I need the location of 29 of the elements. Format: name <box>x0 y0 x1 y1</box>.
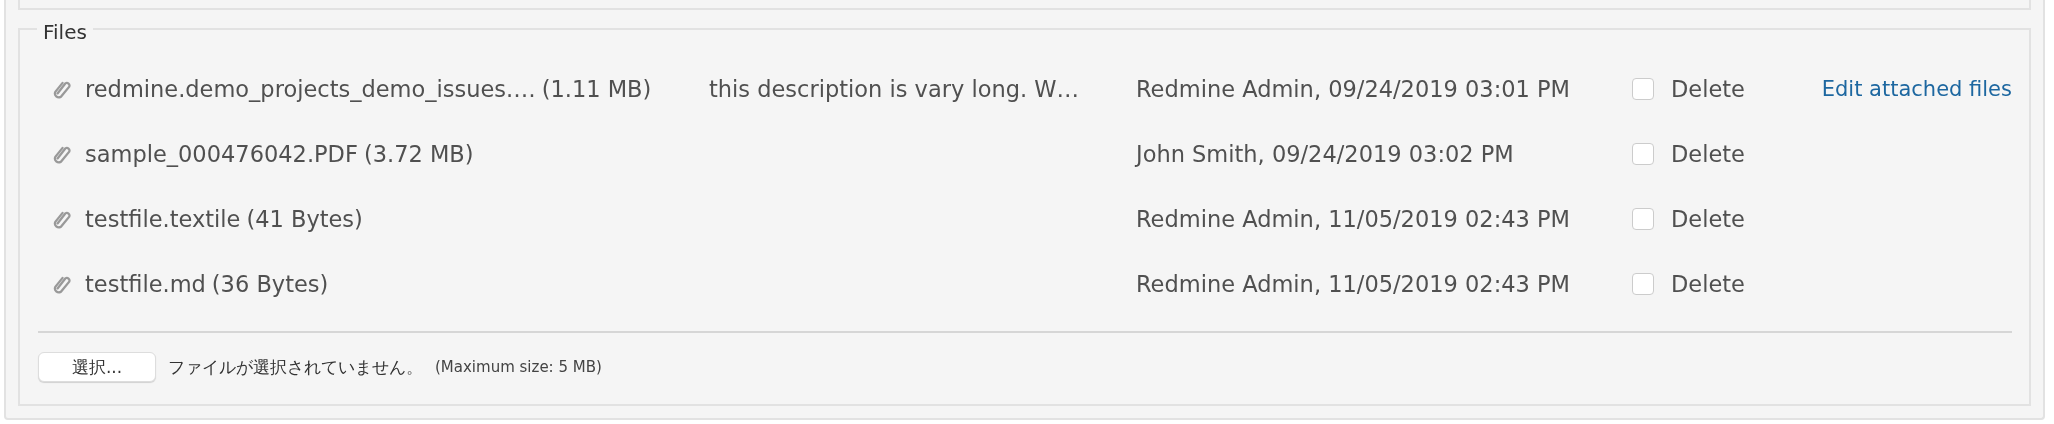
delete-checkbox[interactable] <box>1632 143 1654 165</box>
max-size-text: (Maximum size: 5 MB) <box>435 358 602 376</box>
author-date: John Smith, 09/24/2019 03:02 PM <box>1136 141 1515 167</box>
delete-checkbox[interactable] <box>1632 78 1654 100</box>
paperclip-icon <box>53 144 71 164</box>
delete-checkbox[interactable] <box>1632 208 1654 230</box>
file-link[interactable]: redmine.demo_projects_demo_issues.… <box>85 76 536 102</box>
delete-checkbox[interactable] <box>1632 273 1654 295</box>
file-size: (1.11 MB) <box>541 76 652 102</box>
edit-attached-files-link[interactable]: Edit attached files <box>1821 77 2012 101</box>
author-date: Redmine Admin, 11/05/2019 02:43 PM <box>1136 206 1571 232</box>
delete-label[interactable]: Delete <box>1671 76 1745 102</box>
choose-file-button[interactable]: 選択... <box>38 352 156 382</box>
file-size: (3.72 MB) <box>363 141 474 167</box>
no-file-text: ファイルが選択されていません。 <box>168 355 423 379</box>
author-date: Redmine Admin, 11/05/2019 02:43 PM <box>1136 271 1571 297</box>
file-size: (36 Bytes) <box>211 271 329 297</box>
paperclip-icon <box>53 274 71 294</box>
paperclip-icon <box>53 79 71 99</box>
file-size: (41 Bytes) <box>246 206 363 232</box>
delete-label[interactable]: Delete <box>1671 271 1745 297</box>
delete-label[interactable]: Delete <box>1671 206 1745 232</box>
paperclip-icon <box>53 209 71 229</box>
delete-label[interactable]: Delete <box>1671 141 1745 167</box>
file-link[interactable]: testfile.md <box>85 271 206 297</box>
file-link[interactable]: sample_000476042.PDF <box>85 141 358 167</box>
file-description: this description is vary long. W… <box>709 76 1080 102</box>
author-date: Redmine Admin, 09/24/2019 03:01 PM <box>1136 76 1571 102</box>
file-link[interactable]: testfile.textile <box>85 206 241 232</box>
